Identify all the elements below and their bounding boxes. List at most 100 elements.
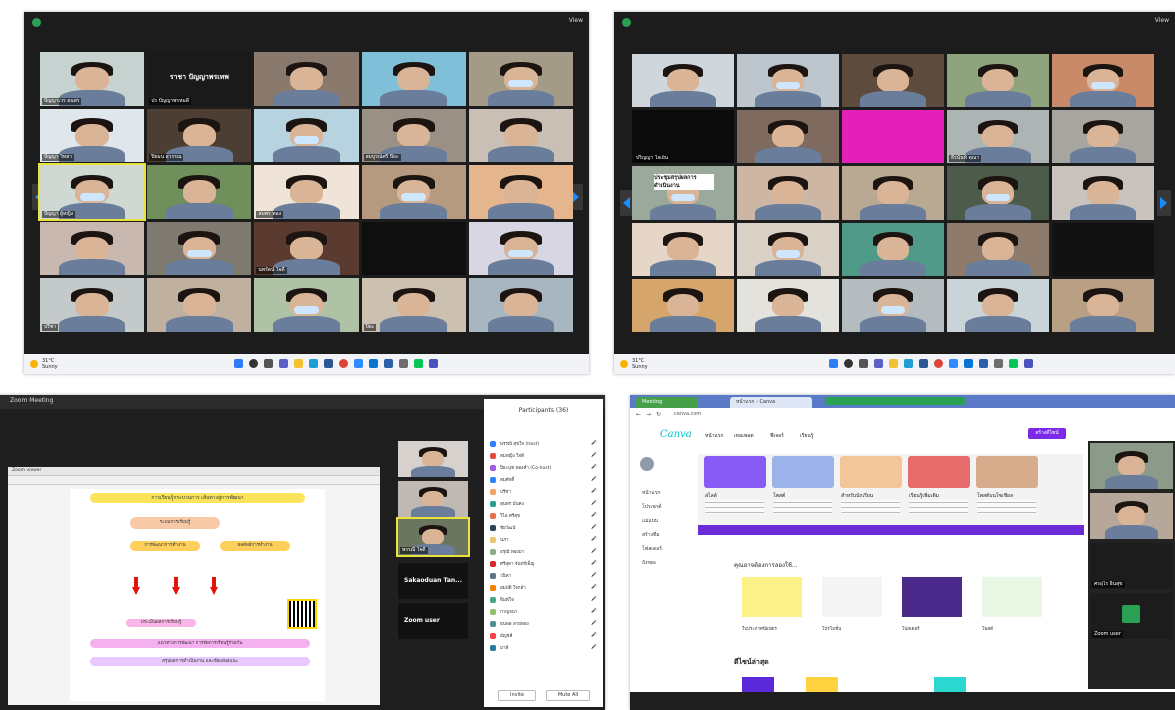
- sidebar-item[interactable]: โฟลเดอร์: [642, 545, 662, 553]
- design-card[interactable]: [902, 577, 962, 617]
- back-icon[interactable]: ←: [636, 411, 641, 418]
- participant-row[interactable]: นภา 🎤: [490, 535, 597, 544]
- teams-icon[interactable]: [429, 359, 438, 368]
- windows-start-icon[interactable]: [829, 359, 838, 368]
- video-tile[interactable]: [842, 54, 944, 108]
- video-tile[interactable]: ประชุมสรุปผลการ ดำเนินงาน: [632, 166, 734, 220]
- video-tile[interactable]: [254, 278, 359, 332]
- video-tile[interactable]: สมบูรณ์ศรี ปิยะ: [361, 108, 466, 163]
- task-view-icon[interactable]: [264, 359, 273, 368]
- video-tile[interactable]: [147, 278, 252, 332]
- design-card[interactable]: [742, 577, 802, 617]
- video-tile[interactable]: [1052, 222, 1154, 276]
- explorer-icon[interactable]: [294, 359, 303, 368]
- speaker-tile[interactable]: Zoom user: [398, 603, 468, 639]
- banner-card[interactable]: โพสต์: [772, 456, 834, 520]
- video-tile[interactable]: [632, 54, 734, 108]
- sidebar-item[interactable]: โปรเจกต์: [642, 503, 661, 511]
- word-icon[interactable]: [979, 359, 988, 368]
- zoom-app-icon[interactable]: [949, 359, 958, 368]
- explorer-icon[interactable]: [889, 359, 898, 368]
- video-tile[interactable]: [468, 221, 573, 276]
- edge-icon[interactable]: [309, 359, 318, 368]
- video-tile[interactable]: Zoom user: [1090, 593, 1173, 639]
- video-tile[interactable]: ปริญญา ใจเย็น: [632, 110, 734, 164]
- participant-row[interactable]: ศรีสุดา จันทร์เพ็ญ 🎤: [490, 559, 597, 568]
- mic-muted-icon[interactable]: 🎤: [591, 585, 597, 590]
- participant-row[interactable]: พิมพ์ใจ 🎤: [490, 595, 597, 604]
- video-tile[interactable]: ปัญญาเวร อนสร: [40, 52, 145, 106]
- banner-card[interactable]: เรียนรู้เพิ่มเติม: [908, 456, 970, 520]
- video-tile[interactable]: [632, 222, 734, 276]
- participant-row[interactable]: พรรณี สุขใจ (Host) 🎤: [490, 439, 597, 448]
- design-card[interactable]: [982, 577, 1042, 617]
- video-tile[interactable]: ปัญญา วิทยา: [40, 108, 145, 163]
- mic-muted-icon[interactable]: 🎤: [591, 597, 597, 602]
- video-tile[interactable]: สมพร ทอง: [254, 165, 359, 219]
- mic-muted-icon[interactable]: 🎤: [591, 573, 597, 578]
- video-tile[interactable]: [842, 278, 944, 332]
- speaker-tile[interactable]: [398, 441, 468, 477]
- video-tile[interactable]: [1052, 54, 1154, 108]
- sidebar-item[interactable]: สร้างทีม: [642, 531, 660, 539]
- speaker-tile[interactable]: Sakaoduan Tan...: [398, 563, 468, 599]
- sidebar-item[interactable]: หน้าแรก: [642, 489, 660, 497]
- video-tile[interactable]: [468, 52, 573, 106]
- participant-row[interactable]: ชัยวัฒน์ 🎤: [490, 523, 597, 532]
- search-icon[interactable]: [249, 359, 258, 368]
- video-tile[interactable]: ปัญญา ผู้หญิง: [37, 163, 147, 221]
- chrome-icon[interactable]: [339, 359, 348, 368]
- mic-muted-icon[interactable]: 🎤: [591, 477, 597, 482]
- video-tile[interactable]: [632, 278, 734, 332]
- mic-muted-icon[interactable]: 🎤: [591, 441, 597, 446]
- video-tile[interactable]: [947, 54, 1049, 108]
- participant-row[interactable]: วิไล ศรีสุข 🎤: [490, 511, 597, 520]
- video-tile[interactable]: [842, 110, 944, 164]
- speaker-tile[interactable]: พรรณี ใจดี: [396, 517, 470, 557]
- video-tile[interactable]: [361, 52, 466, 106]
- mic-muted-icon[interactable]: 🎤: [591, 525, 597, 530]
- participant-row[interactable]: ปิยะนุช ทองคำ (Co-host) 🎤: [490, 463, 597, 472]
- video-tile[interactable]: [947, 278, 1049, 332]
- participant-row[interactable]: มาลี 🎤: [490, 643, 597, 652]
- video-tile[interactable]: [842, 166, 944, 220]
- view-button[interactable]: View: [1155, 17, 1169, 24]
- zoom-app-icon[interactable]: [354, 359, 363, 368]
- participant-row[interactable]: สมบัติ ใจกล้า 🎤: [490, 583, 597, 592]
- tab-canva[interactable]: หน้าแรก - Canva: [730, 397, 812, 408]
- avatar[interactable]: [640, 457, 654, 471]
- participant-row[interactable]: อรุณี ทองมา 🎤: [490, 547, 597, 556]
- sidebar-item[interactable]: ถังขยะ: [642, 559, 657, 567]
- banner-card[interactable]: สไลด์: [704, 456, 766, 520]
- participant-row[interactable]: วนิดา 🎤: [490, 571, 597, 580]
- video-tile[interactable]: [737, 278, 839, 332]
- mic-muted-icon[interactable]: 🎤: [591, 609, 597, 614]
- windows-start-icon[interactable]: [234, 359, 243, 368]
- video-tile[interactable]: [842, 222, 944, 276]
- video-tile[interactable]: [254, 108, 359, 163]
- photos-icon[interactable]: [369, 359, 378, 368]
- mic-muted-icon[interactable]: 🎤: [591, 633, 597, 638]
- nav-templates[interactable]: เทมเพลต: [734, 432, 754, 440]
- video-tile[interactable]: [737, 222, 839, 276]
- create-design-button[interactable]: สร้างดีไซน์: [1028, 428, 1066, 439]
- nav-learn[interactable]: เรียนรู้: [800, 432, 813, 440]
- photos-icon[interactable]: [964, 359, 973, 368]
- video-tile[interactable]: [1052, 278, 1154, 332]
- nav-home[interactable]: หน้าแรก: [705, 432, 723, 440]
- participant-row[interactable]: สมหญิง ใจดี 🎤: [490, 451, 597, 460]
- store-icon[interactable]: [919, 359, 928, 368]
- video-tile[interactable]: ศรอุไร อินสุข: [1090, 543, 1173, 589]
- search-icon[interactable]: [844, 359, 853, 368]
- mic-muted-icon[interactable]: 🎤: [591, 621, 597, 626]
- mic-muted-icon[interactable]: 🎤: [591, 453, 597, 458]
- video-tile[interactable]: [361, 165, 466, 219]
- video-tile[interactable]: [1052, 110, 1154, 164]
- line-icon[interactable]: [414, 359, 423, 368]
- mic-muted-icon[interactable]: 🎤: [591, 645, 597, 650]
- video-tile[interactable]: [468, 165, 573, 219]
- video-tile[interactable]: ธีรนันท์ คุณา: [947, 110, 1049, 164]
- video-tile[interactable]: [468, 278, 573, 332]
- banner-card[interactable]: สำหรับนักเรียน: [840, 456, 902, 520]
- teams-icon[interactable]: [1024, 359, 1033, 368]
